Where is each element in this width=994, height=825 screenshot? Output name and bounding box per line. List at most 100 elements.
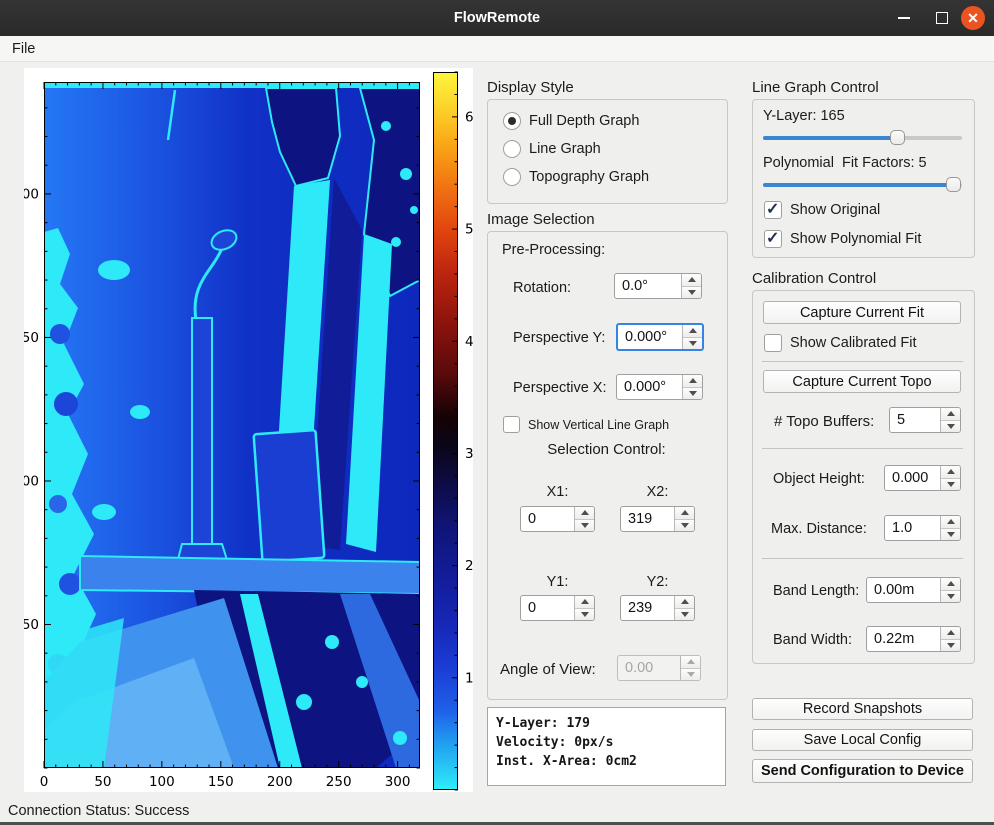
band-width-spinbox[interactable]: 0.22m bbox=[866, 626, 961, 652]
status-bar: Connection Status: Success bbox=[0, 799, 994, 822]
spin-down-icon[interactable] bbox=[941, 640, 960, 652]
max-distance-label: Max. Distance: bbox=[771, 521, 867, 537]
spin-down-icon[interactable] bbox=[675, 609, 694, 621]
separator bbox=[762, 361, 963, 362]
perspective-x-spinbox[interactable]: 0.000° bbox=[616, 374, 703, 400]
svg-text:50: 50 bbox=[24, 617, 39, 633]
y-layer-slider-label: Y-Layer: 165 bbox=[763, 108, 845, 124]
capture-current-fit-button[interactable]: Capture Current Fit bbox=[763, 301, 961, 324]
rotation-value: 0.0° bbox=[615, 274, 681, 298]
show-vertical-line-graph-checkbox[interactable]: Show Vertical Line Graph bbox=[503, 416, 669, 433]
topo-buffers-spinbox[interactable]: 5 bbox=[889, 407, 961, 433]
poly-fit-slider[interactable] bbox=[763, 177, 962, 193]
x2-spinbox[interactable]: 319 bbox=[620, 506, 695, 532]
radio-full-depth-graph[interactable]: Full Depth Graph bbox=[503, 112, 639, 130]
max-distance-value: 1.0 bbox=[885, 516, 940, 540]
spin-up-icon[interactable] bbox=[941, 516, 960, 529]
spin-down-icon[interactable] bbox=[683, 388, 702, 400]
perspective-y-spinbox[interactable]: 0.000° bbox=[616, 323, 704, 351]
svg-text:200: 200 bbox=[24, 186, 39, 202]
slider-handle[interactable] bbox=[890, 130, 905, 145]
object-height-label: Object Height: bbox=[773, 471, 865, 487]
x1-spinbox[interactable]: 0 bbox=[520, 506, 595, 532]
slider-handle[interactable] bbox=[946, 177, 961, 192]
spin-down-icon[interactable] bbox=[941, 529, 960, 541]
svg-text:150: 150 bbox=[24, 330, 39, 346]
spin-up-icon[interactable] bbox=[683, 325, 702, 338]
band-width-value: 0.22m bbox=[867, 627, 940, 651]
capture-current-topo-button[interactable]: Capture Current Topo bbox=[763, 370, 961, 393]
radio-topography-graph[interactable]: Topography Graph bbox=[503, 168, 649, 186]
show-polynomial-fit-checkbox[interactable]: Show Polynomial Fit bbox=[764, 230, 921, 248]
show-calibrated-fit-checkbox[interactable]: Show Calibrated Fit bbox=[764, 334, 917, 352]
rotation-label: Rotation: bbox=[513, 280, 571, 296]
max-distance-spinbox[interactable]: 1.0 bbox=[884, 515, 961, 541]
title-bar[interactable]: FlowRemote ✕ bbox=[0, 0, 994, 36]
checkbox-icon bbox=[764, 201, 782, 219]
separator bbox=[762, 448, 963, 449]
y1-label: Y1: bbox=[520, 574, 595, 590]
show-original-checkbox[interactable]: Show Original bbox=[764, 201, 880, 219]
image-selection-title: Image Selection bbox=[487, 211, 595, 228]
menu-file[interactable]: File bbox=[0, 41, 47, 57]
spin-up-icon[interactable] bbox=[941, 578, 960, 591]
display-style-title: Display Style bbox=[487, 79, 574, 96]
window-title: FlowRemote bbox=[454, 10, 540, 26]
y2-spinbox[interactable]: 239 bbox=[620, 595, 695, 621]
perspective-y-label: Perspective Y: bbox=[513, 330, 605, 346]
spin-down-icon[interactable] bbox=[575, 609, 594, 621]
spin-down-icon[interactable] bbox=[941, 421, 960, 433]
spin-up-icon[interactable] bbox=[941, 627, 960, 640]
angle-of-view-label: Angle of View: bbox=[500, 661, 596, 678]
band-length-spinbox[interactable]: 0.00m bbox=[866, 577, 961, 603]
object-height-spinbox[interactable]: 0.000 bbox=[884, 465, 961, 491]
spin-up-icon[interactable] bbox=[675, 507, 694, 520]
close-button[interactable]: ✕ bbox=[958, 0, 988, 36]
spin-down-icon[interactable] bbox=[941, 591, 960, 603]
radio-label: Full Depth Graph bbox=[529, 113, 639, 129]
band-width-label: Band Width: bbox=[773, 632, 852, 648]
spin-up-icon[interactable] bbox=[575, 596, 594, 609]
checkbox-label: Show Calibrated Fit bbox=[790, 335, 917, 351]
poly-fit-slider-label: Polynomial Fit Factors: 5 bbox=[763, 155, 927, 171]
checkbox-label: Show Polynomial Fit bbox=[790, 231, 921, 247]
calibration-control-title: Calibration Control bbox=[752, 270, 876, 287]
spin-down-icon[interactable] bbox=[941, 479, 960, 491]
y2-value: 239 bbox=[621, 596, 674, 620]
readout-velocity: Velocity: 0px/s bbox=[496, 733, 725, 752]
svg-text:3: 3 bbox=[465, 446, 473, 462]
perspective-x-label: Perspective X: bbox=[513, 380, 607, 396]
spin-up-icon[interactable] bbox=[675, 596, 694, 609]
svg-text:150: 150 bbox=[208, 774, 234, 790]
spin-down-icon[interactable] bbox=[575, 520, 594, 532]
y1-spinbox[interactable]: 0 bbox=[520, 595, 595, 621]
spin-up-icon bbox=[681, 656, 700, 669]
selection-control-label: Selection Control: bbox=[487, 441, 726, 458]
minimize-button[interactable] bbox=[890, 0, 918, 36]
spin-down-icon[interactable] bbox=[675, 520, 694, 532]
svg-text:100: 100 bbox=[149, 774, 175, 790]
spin-up-icon[interactable] bbox=[682, 274, 701, 287]
checkbox-label: Show Original bbox=[790, 202, 880, 218]
record-snapshots-button[interactable]: Record Snapshots bbox=[752, 698, 973, 720]
radio-line-graph[interactable]: Line Graph bbox=[503, 140, 601, 158]
maximize-button[interactable] bbox=[928, 0, 956, 36]
spin-up-icon[interactable] bbox=[941, 408, 960, 421]
save-local-config-button[interactable]: Save Local Config bbox=[752, 729, 973, 751]
spin-up-icon[interactable] bbox=[683, 375, 702, 388]
maximize-icon bbox=[936, 12, 948, 24]
y-layer-slider[interactable] bbox=[763, 130, 962, 146]
spin-down-icon[interactable] bbox=[682, 287, 701, 299]
x2-value: 319 bbox=[621, 507, 674, 531]
radio-label: Line Graph bbox=[529, 141, 601, 157]
band-length-value: 0.00m bbox=[867, 578, 940, 602]
spin-up-icon[interactable] bbox=[575, 507, 594, 520]
spin-down-icon[interactable] bbox=[683, 338, 702, 350]
svg-text:250: 250 bbox=[326, 774, 352, 790]
spin-up-icon[interactable] bbox=[941, 466, 960, 479]
send-configuration-button[interactable]: Send Configuration to Device bbox=[752, 759, 973, 783]
perspective-y-value: 0.000° bbox=[618, 325, 682, 349]
rotation-spinbox[interactable]: 0.0° bbox=[614, 273, 702, 299]
depth-plot-canvas[interactable]: 05010015020025030050100150200123456 bbox=[24, 68, 473, 792]
connection-status: Connection Status: Success bbox=[0, 803, 189, 819]
